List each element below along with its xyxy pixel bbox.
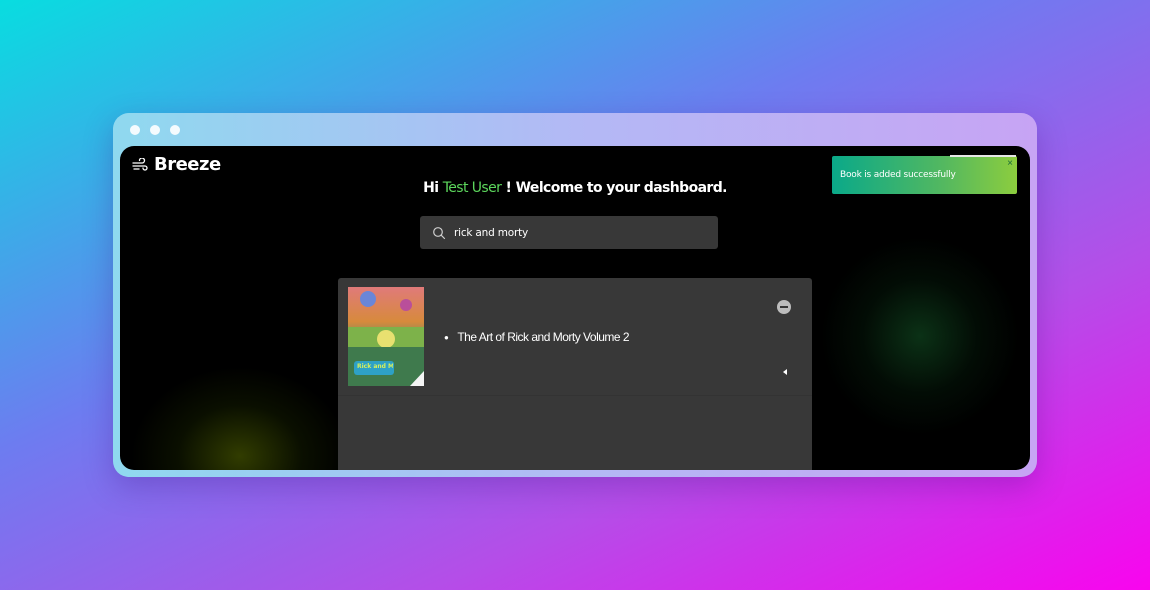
app-screen: Breeze Hi Test User ! Welcome to your da…	[120, 146, 1030, 470]
close-icon[interactable]: ×	[1007, 158, 1013, 169]
user-name: Test User	[442, 180, 502, 196]
book-title-text: The Art of Rick and Morty Volume 2	[457, 330, 630, 344]
success-toast: Book is added successfully ×	[832, 155, 1017, 194]
toast-message: Book is added successfully	[840, 170, 956, 180]
wind-icon	[132, 157, 148, 172]
greeting-suffix: ! Welcome to your dashboard.	[505, 180, 728, 196]
cover-text: Rick and Morty	[357, 363, 393, 370]
bullet-icon: ●	[444, 332, 449, 342]
search-icon	[432, 226, 446, 240]
background-glow-right	[820, 236, 1020, 436]
search-bar[interactable]	[420, 216, 718, 249]
book-cover-image[interactable]: Rick and Morty	[348, 287, 424, 386]
app-name: Breeze	[154, 154, 221, 175]
browser-window: Breeze Hi Test User ! Welcome to your da…	[113, 113, 1037, 477]
remove-book-button[interactable]	[777, 300, 791, 314]
window-dot-close[interactable]	[130, 125, 140, 135]
window-dot-minimize[interactable]	[150, 125, 160, 135]
window-dot-maximize[interactable]	[170, 125, 180, 135]
window-controls	[130, 125, 180, 135]
list-item[interactable]: Rick and Morty ● The Art of Rick and Mor…	[338, 278, 812, 396]
search-results-panel: Rick and Morty ● The Art of Rick and Mor…	[338, 278, 812, 470]
caret-left-icon[interactable]	[783, 369, 787, 375]
background-glow-left	[130, 366, 350, 470]
minus-icon	[780, 306, 788, 308]
search-input[interactable]	[452, 225, 718, 240]
app-logo[interactable]: Breeze	[132, 154, 221, 175]
book-title: ● The Art of Rick and Morty Volume 2	[444, 330, 630, 344]
toast-progress-bar	[950, 155, 1016, 157]
greeting-prefix: Hi	[423, 180, 439, 196]
